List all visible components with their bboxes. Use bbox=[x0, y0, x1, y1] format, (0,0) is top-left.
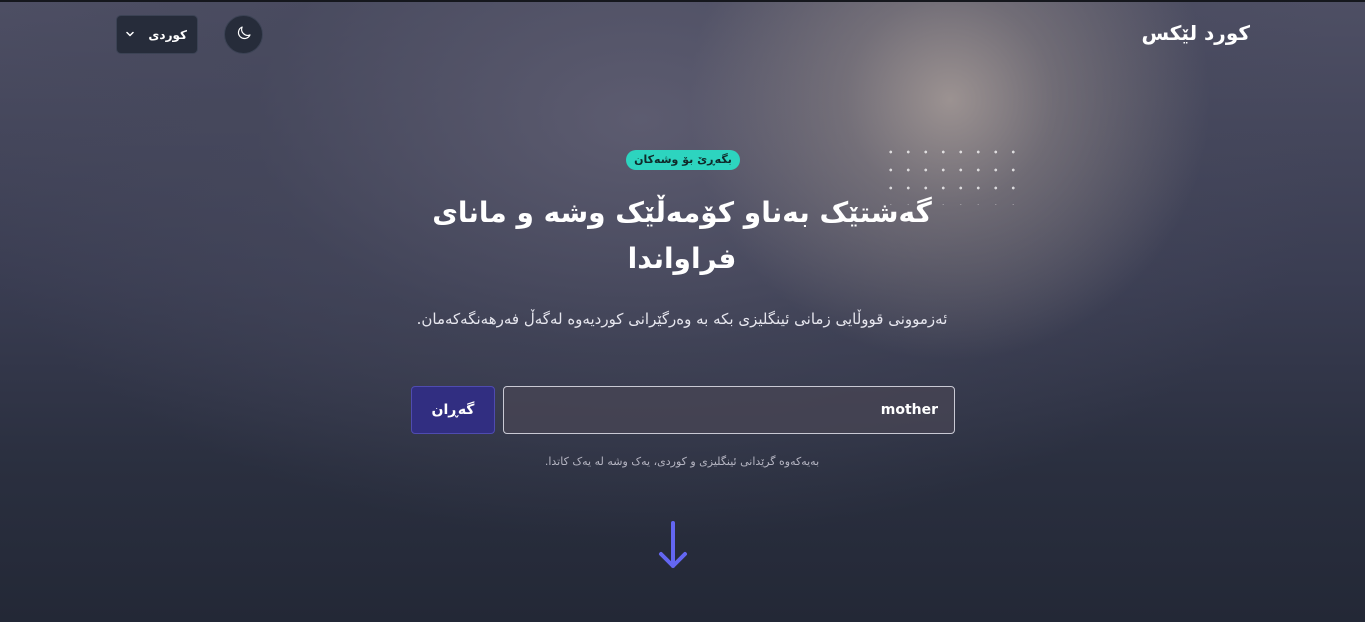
moon-icon bbox=[235, 24, 253, 46]
hero-headline-line1: گەشتێک بەناو کۆمەڵێک وشە و مانای bbox=[432, 196, 932, 229]
language-select[interactable]: کوردی bbox=[116, 15, 198, 54]
search-hint: بەیەکەوە گرێدانی ئینگلیزی و کوردی، یەک و… bbox=[544, 455, 820, 468]
chevron-down-icon bbox=[123, 28, 137, 42]
window-top-border bbox=[0, 0, 1365, 2]
arrow-down-icon[interactable] bbox=[655, 520, 691, 572]
language-select-label: کوردی bbox=[148, 27, 187, 42]
brand-logo[interactable]: کورد لێکس bbox=[1142, 21, 1251, 45]
hero-headline-line2: فراواندا bbox=[627, 242, 737, 275]
hero-badge: بگەڕێ بۆ وشەکان bbox=[626, 150, 740, 170]
search-button[interactable]: گەڕان bbox=[411, 386, 495, 434]
search-input[interactable] bbox=[503, 386, 955, 434]
hero-headline: گەشتێک بەناو کۆمەڵێک وشە و مانای فراواند… bbox=[382, 190, 982, 282]
theme-toggle-button[interactable] bbox=[224, 15, 263, 54]
hero-subtitle: ئەزموونی قووڵایی زمانی ئینگلیزی بکە بە و… bbox=[416, 310, 948, 328]
